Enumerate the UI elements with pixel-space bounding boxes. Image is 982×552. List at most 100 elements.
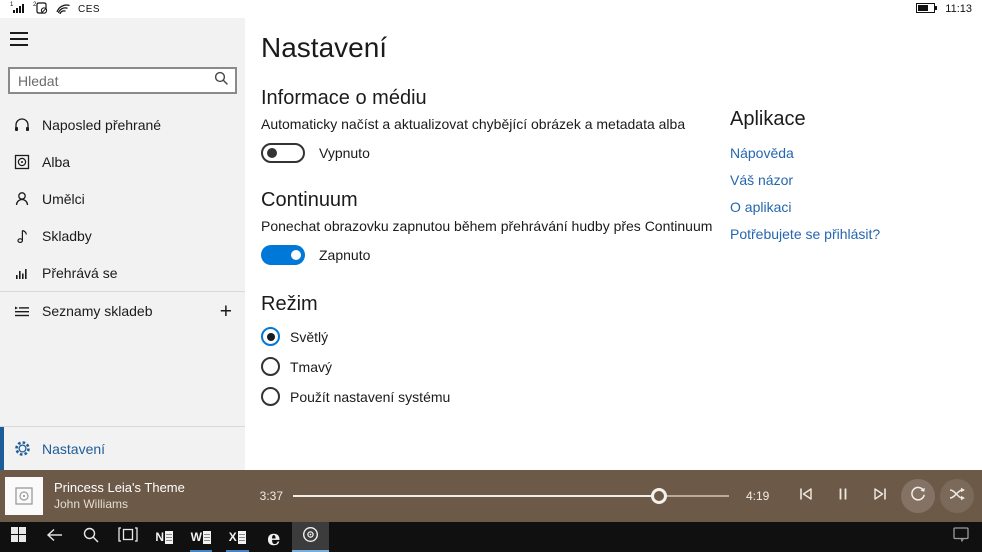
search-input[interactable]: Hledat <box>8 67 237 94</box>
app-window: Hledat Naposled přehrané Alba <box>0 18 982 470</box>
track-title: Princess Leia's Theme <box>54 480 249 496</box>
radio-option-light[interactable]: Světlý <box>261 327 982 346</box>
edge-taskbar-button[interactable]: e <box>256 522 293 552</box>
hamburger-menu-button[interactable] <box>10 27 38 51</box>
taskbar-search-button[interactable] <box>73 522 110 552</box>
sidebar-item-label: Nastavení <box>42 441 105 457</box>
toggle-state-label: Zapnuto <box>319 247 370 263</box>
action-center-button[interactable] <box>940 522 982 552</box>
groove-music-icon <box>302 526 319 548</box>
progress-knob[interactable] <box>651 488 667 504</box>
app-links-panel: Aplikace Nápověda Váš názor O aplikaci P… <box>730 108 880 253</box>
section-title: Režim <box>261 293 982 316</box>
settings-page: Nastavení Informace o médiu Automaticky … <box>245 18 982 470</box>
clock: 11:13 <box>945 3 972 15</box>
album-icon <box>12 154 32 170</box>
radio-option-dark[interactable]: Tmavý <box>261 357 982 376</box>
back-button[interactable] <box>37 522 74 552</box>
radio-button[interactable] <box>261 357 280 376</box>
sidebar-spacer <box>0 330 245 426</box>
sidebar-item-playlists[interactable]: Seznamy skladeb + <box>0 292 245 330</box>
repeat-button[interactable] <box>901 479 935 513</box>
help-link[interactable]: Nápověda <box>730 145 880 161</box>
sidebar-item-label: Umělci <box>42 191 85 207</box>
windows-logo-icon <box>11 527 26 547</box>
playlist-icon <box>12 303 32 319</box>
sidebar-item-now-playing[interactable]: Přehrává se <box>0 254 245 291</box>
back-arrow-icon <box>46 528 63 547</box>
onenote-taskbar-button[interactable]: N <box>146 522 183 552</box>
song-note-icon <box>12 228 32 244</box>
media-info-toggle[interactable] <box>261 143 305 163</box>
continuum-toggle[interactable] <box>261 245 305 265</box>
sidebar-item-recently-played[interactable]: Naposled přehrané <box>0 106 245 143</box>
pause-button[interactable] <box>827 480 859 512</box>
wifi-icon <box>56 2 71 17</box>
search-placeholder: Hledat <box>18 73 214 89</box>
previous-button[interactable] <box>790 480 822 512</box>
progress-fill <box>293 495 659 497</box>
previous-icon <box>797 486 815 507</box>
cellular-signal-1-icon: 1 <box>10 1 26 17</box>
start-button[interactable] <box>0 522 37 552</box>
svg-text:1: 1 <box>10 2 14 8</box>
shuffle-button[interactable] <box>940 479 974 513</box>
track-info[interactable]: Princess Leia's Theme John Williams <box>54 480 249 511</box>
sidebar-nav: Naposled přehrané Alba Umělci Skladby <box>0 106 245 291</box>
album-art-placeholder[interactable] <box>5 477 43 515</box>
radio-button[interactable] <box>261 327 280 346</box>
excel-taskbar-button[interactable]: X <box>219 522 256 552</box>
excel-icon: X <box>229 530 246 544</box>
sidebar-item-label: Přehrává se <box>42 265 117 281</box>
feedback-link[interactable]: Váš názor <box>730 172 880 188</box>
groove-taskbar-button[interactable] <box>292 522 329 552</box>
about-link[interactable]: O aplikaci <box>730 199 880 215</box>
sidebar-item-songs[interactable]: Skladby <box>0 217 245 254</box>
search-icon <box>83 527 99 548</box>
sidebar-item-settings[interactable]: Nastavení <box>0 427 245 470</box>
track-artist: John Williams <box>54 497 249 512</box>
carrier-label: CES <box>78 4 100 15</box>
sim2-disabled-icon: 2 <box>33 1 49 17</box>
now-playing-icon <box>12 265 32 281</box>
task-view-button[interactable] <box>110 522 147 552</box>
toggle-state-label: Vypnuto <box>319 145 370 161</box>
shuffle-icon <box>948 486 966 507</box>
total-time: 4:19 <box>746 489 776 503</box>
sidebar-item-label: Skladby <box>42 228 92 244</box>
seek-slider[interactable] <box>293 487 729 505</box>
sidebar-item-artists[interactable]: Umělci <box>0 180 245 217</box>
radio-label: Tmavý <box>290 359 332 375</box>
task-view-icon <box>118 527 138 547</box>
next-icon <box>871 486 889 507</box>
sidebar-item-albums[interactable]: Alba <box>0 143 245 180</box>
status-bar: 1 2 CES 11:13 <box>0 0 982 18</box>
playback-controls <box>790 479 974 513</box>
section-title: Informace o médiu <box>261 87 982 110</box>
sidebar: Hledat Naposled přehrané Alba <box>0 18 245 470</box>
app-links-title: Aplikace <box>730 108 880 131</box>
next-button[interactable] <box>864 480 896 512</box>
battery-icon <box>916 3 937 16</box>
sidebar-item-label: Naposled přehrané <box>42 117 161 133</box>
search-icon[interactable] <box>214 71 229 91</box>
edge-icon: e <box>267 527 280 548</box>
elapsed-time: 3:37 <box>249 489 283 503</box>
radio-label: Použít nastavení systému <box>290 389 450 405</box>
sidebar-item-label: Seznamy skladeb <box>42 303 153 319</box>
word-taskbar-button[interactable]: W <box>183 522 220 552</box>
repeat-icon <box>909 485 927 508</box>
word-icon: W <box>191 530 211 544</box>
radio-label: Světlý <box>290 329 328 345</box>
radio-option-system[interactable]: Použít nastavení systému <box>261 387 982 406</box>
page-title: Nastavení <box>261 32 982 64</box>
radio-button[interactable] <box>261 387 280 406</box>
section-mode: Režim Světlý Tmavý Použít nastavení syst… <box>261 293 982 406</box>
headphones-icon <box>12 117 32 133</box>
add-playlist-button[interactable]: + <box>220 301 232 322</box>
sign-in-link[interactable]: Potřebujete se přihlásit? <box>730 226 880 242</box>
sidebar-item-label: Alba <box>42 154 70 170</box>
onenote-icon: N <box>155 530 173 544</box>
gear-icon <box>12 440 32 457</box>
pause-icon <box>836 486 850 507</box>
